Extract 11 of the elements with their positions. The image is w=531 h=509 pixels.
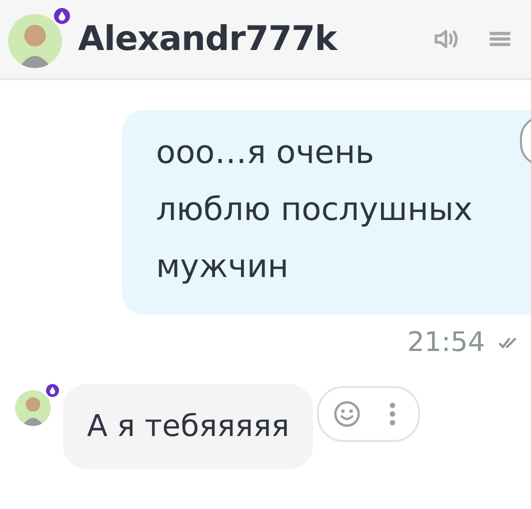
contact-name: Alexandr777k xyxy=(78,19,339,59)
message-bubble: А я тебяяяяя xyxy=(63,384,314,469)
badge-icon xyxy=(46,384,59,397)
avatar[interactable] xyxy=(8,14,62,68)
more-icon[interactable] xyxy=(389,401,396,427)
avatar[interactable] xyxy=(15,390,51,426)
emoji-icon[interactable] xyxy=(333,400,362,428)
message-bubble: ооо…я очень люблю послушных мужчин xyxy=(122,110,531,315)
badge-icon xyxy=(54,8,70,24)
menu-icon[interactable] xyxy=(489,30,511,48)
message-time: 21:54 xyxy=(407,327,485,358)
